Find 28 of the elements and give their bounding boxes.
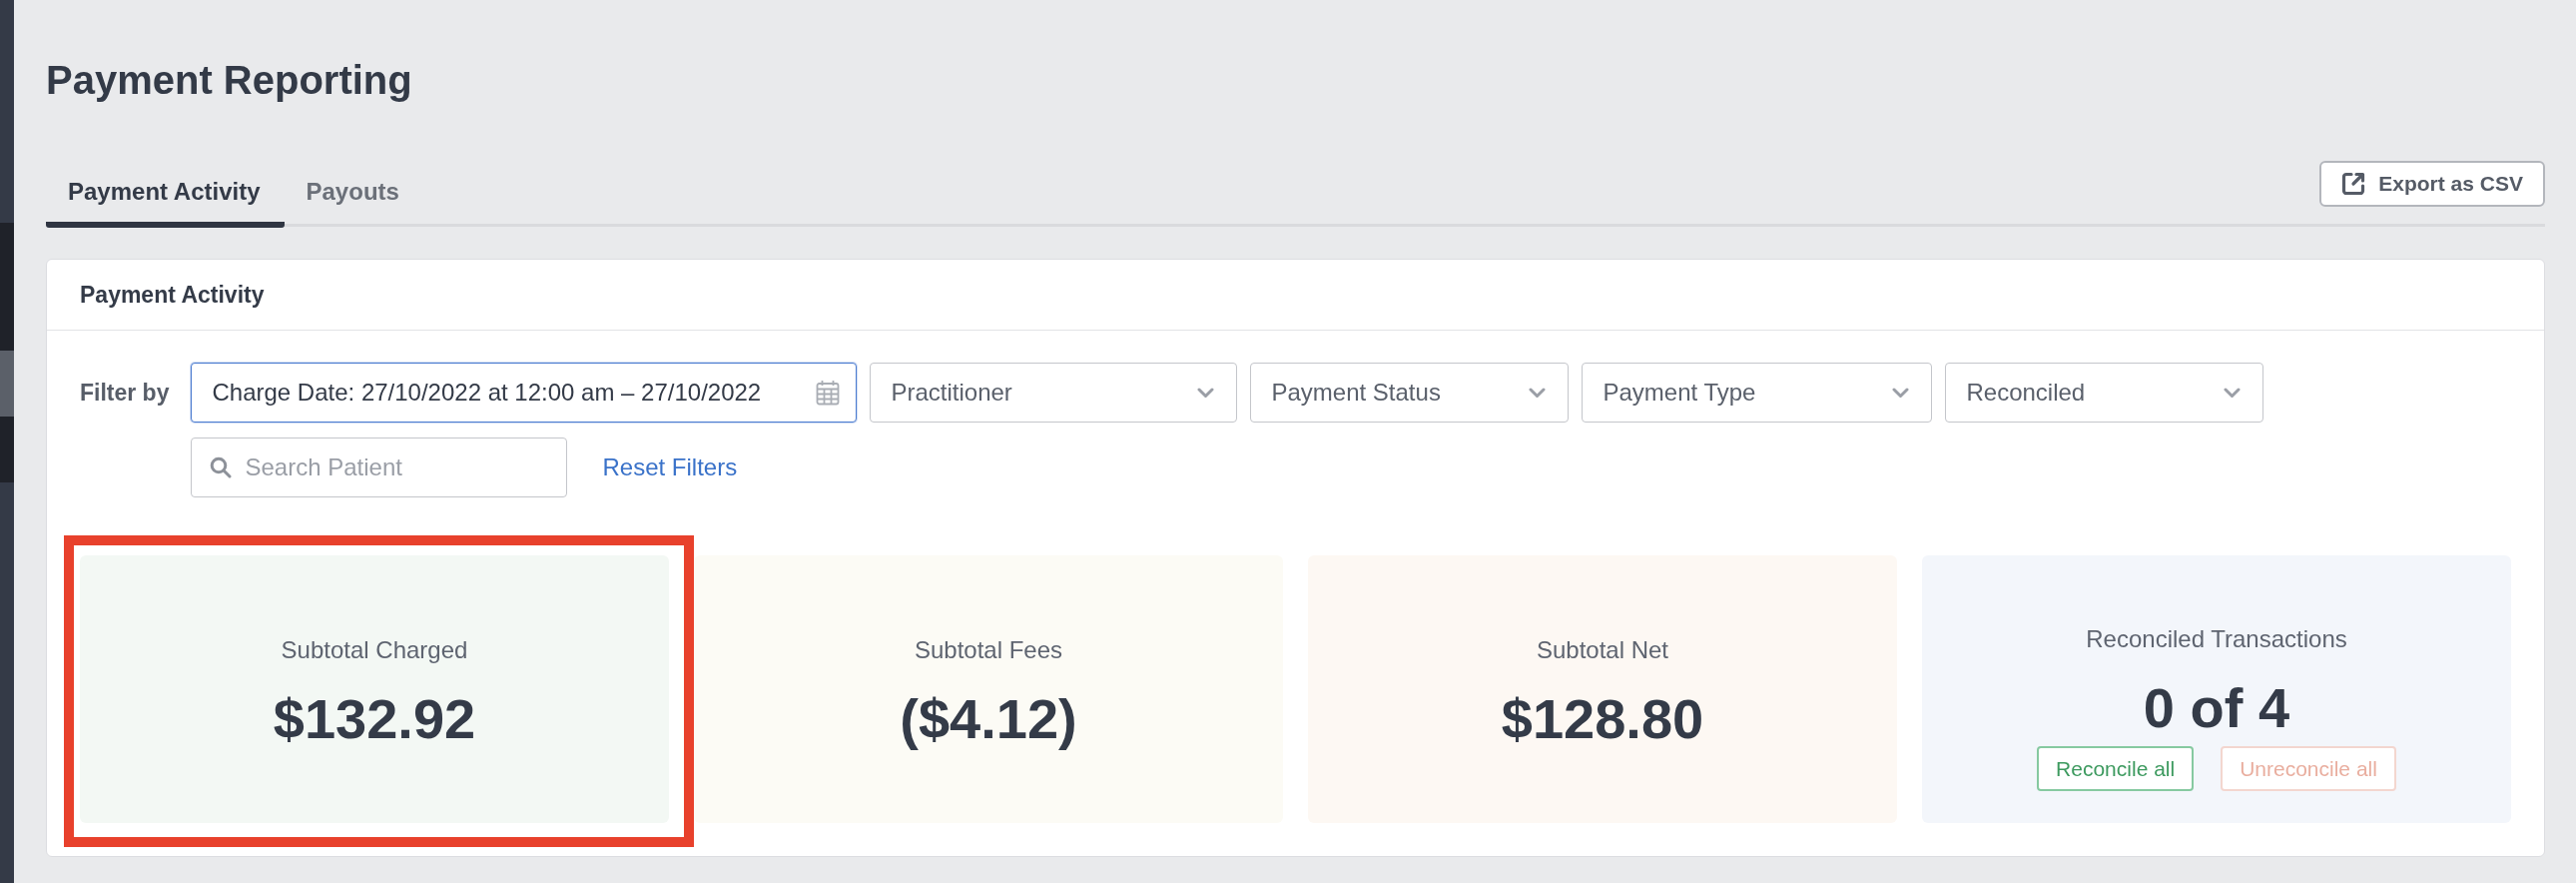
page-title: Payment Reporting [46,57,412,104]
dropdown-field[interactable]: Practitioner [870,363,1238,423]
tab[interactable]: Payment Activity [46,178,285,228]
search-icon [210,456,233,478]
arrow-out-of-box-icon [2341,172,2366,196]
chevron-down-icon [1197,387,1215,399]
panel-title: Payment Activity [47,260,2544,331]
reconcile-button[interactable]: Reconcile all [2037,746,2195,791]
tab[interactable]: Payouts [284,178,423,228]
search-field[interactable]: Search Patient [191,438,568,497]
stat-label: Subtotal Fees [914,636,1063,664]
stat-label: Reconciled Transactions [2086,625,2347,653]
filter-label: Filter by [80,379,170,408]
chevron-down-icon [2224,387,2242,399]
chevron-down-icon [1892,387,1910,399]
stat-label: Subtotal Net [1536,636,1669,664]
dropdown-field[interactable]: Reconciled [1945,363,2264,423]
reset-link[interactable]: Reset Filters [602,453,738,481]
export-button[interactable]: Export as CSV [2319,161,2545,207]
calendar-icon [816,380,841,406]
dropdown-field[interactable]: Payment Type [1582,363,1933,423]
stat-value: 0 of 4 [2143,680,2290,736]
dropdown-field[interactable]: Payment Status [1250,363,1570,423]
stat-value: $128.80 [1501,691,1704,747]
stat-value: $132.92 [273,691,476,747]
stat-label: Subtotal Charged [281,636,468,664]
chevron-down-icon [1529,387,1547,399]
date-range-field[interactable]: Charge Date: 27/10/2022 at 12:00 am – 27/10/2022 [191,363,858,423]
